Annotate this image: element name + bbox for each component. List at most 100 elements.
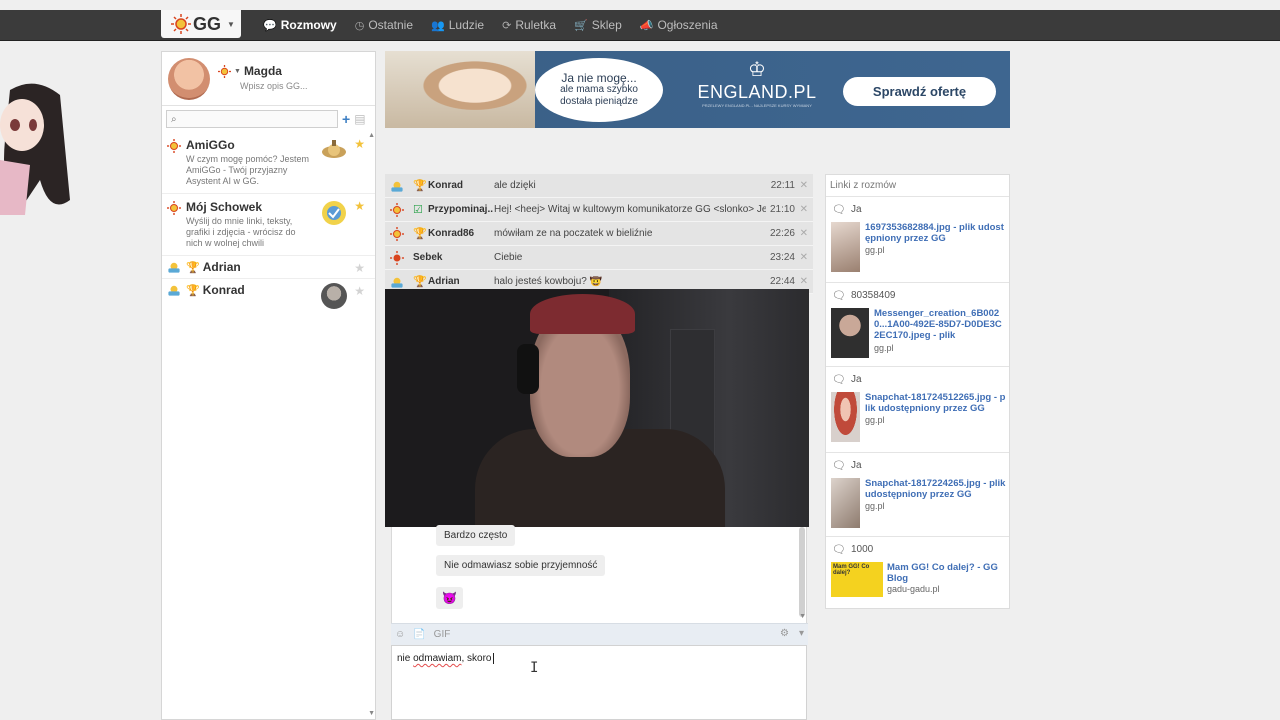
scroll-down-icon[interactable]: ▼ xyxy=(799,613,806,620)
status-sun-icon[interactable] xyxy=(218,64,231,78)
link-sender: 🗨 Ja xyxy=(832,459,862,472)
contact-item[interactable]: 🏆 Konrad ★ xyxy=(162,279,375,309)
links-header: Linki z rozmów xyxy=(826,175,1009,197)
status-sun-icon xyxy=(390,203,404,217)
status-description[interactable]: Wpisz opis GG... xyxy=(240,81,308,91)
link-title[interactable]: Mam GG! Co dalej? - GG Blog xyxy=(887,562,1007,584)
ad-speech-bubble: Ja nie mogę... ale mama szybko dostała p… xyxy=(535,58,663,122)
conversation-row[interactable]: ☑ Przypominaj... Hej! <heej> Witaj w kul… xyxy=(385,198,813,222)
gg-logo-menu[interactable]: GG ▼ xyxy=(161,10,241,38)
nav-rozmowy[interactable]: 💬 Rozmowy xyxy=(263,18,337,32)
link-item[interactable]: 🗨 Ja Snapchat-1817224265.jpg - plik udost… xyxy=(826,453,1009,537)
ad-brand-sub: PRZELEWY ENGLAND.PL - NAJLEPSZE KURSY WY… xyxy=(702,103,812,108)
link-title[interactable]: Messenger_creation_6B0020...1A00-492E-85… xyxy=(874,308,1007,341)
close-icon[interactable]: ✕ xyxy=(800,204,808,215)
ad-brand: ♔ ENGLAND.PL PRZELEWY ENGLAND.PL - NAJLE… xyxy=(697,57,817,108)
emoji-icon[interactable]: ☺ xyxy=(395,629,405,640)
away-status-icon xyxy=(391,277,403,288)
list-view-icon[interactable]: ▤ xyxy=(354,112,365,126)
link-thumbnail xyxy=(831,478,860,528)
chevron-down-icon: ▼ xyxy=(227,19,235,29)
contact-name: 🏆 Adrian xyxy=(186,260,351,274)
close-icon[interactable]: ✕ xyxy=(800,228,808,239)
close-icon[interactable]: ✕ xyxy=(800,252,808,263)
conversation-tabs: 🏆 Konrad ale dzięki 22:11 ✕ ☑ Przypomina… xyxy=(385,174,813,294)
search-input[interactable]: ⌕ xyxy=(166,110,338,128)
conversation-preview: Ciebie xyxy=(494,252,523,263)
search-row: ⌕ + ▤ xyxy=(162,106,375,132)
conversation-row[interactable]: Sebek Ciebie 23:24 ✕ xyxy=(385,246,813,270)
collapse-icon[interactable]: ▾ xyxy=(799,628,804,639)
cart-icon: 🛒 xyxy=(574,19,588,32)
chat-messages: Bardzo często Nie odmawiasz sobie przyje… xyxy=(391,525,807,623)
speech-bubble-icon: 🗨 xyxy=(832,290,846,302)
star-icon[interactable]: ★ xyxy=(354,137,365,151)
input-text-part: nie xyxy=(397,653,414,665)
contact-item[interactable]: Mój Schowek Wyślij do mnie linki, teksty… xyxy=(162,194,375,256)
nav-ostatnie[interactable]: ◷ Ostatnie xyxy=(355,18,413,32)
settings-gear-icon[interactable]: ⚙ xyxy=(780,628,789,639)
nav-label: Ostatnie xyxy=(368,18,414,32)
close-icon[interactable]: ✕ xyxy=(800,180,808,191)
message-input[interactable]: nie odmawiam, skoro xyxy=(391,645,807,720)
my-profile: ▼ Magda Wpisz opis GG... xyxy=(162,52,375,106)
speech-bubble-icon: 🗨 xyxy=(832,204,846,216)
conversation-row[interactable]: 🏆 Konrad ale dzięki 22:11 ✕ xyxy=(385,174,813,198)
check-offer-button[interactable]: Sprawdź ofertę xyxy=(843,77,996,106)
link-item[interactable]: 🗨 Ja 1697353682884.jpg - plik udostępnion… xyxy=(826,197,1009,283)
lion-crest-icon: ♔ xyxy=(748,59,766,81)
link-title[interactable]: Snapchat-181724512265.jpg - plik udostęp… xyxy=(865,392,1007,414)
roulette-icon: ⟳ xyxy=(502,19,512,32)
link-item[interactable]: 🗨 Ja Snapchat-181724512265.jpg - plik udo… xyxy=(826,367,1009,453)
my-name[interactable]: ▼ Magda xyxy=(218,64,282,78)
conversation-time: 22:26 xyxy=(769,228,795,239)
nav-ogloszenia[interactable]: 📣 Ogłoszenia xyxy=(640,18,718,32)
amiggo-bot-avatar xyxy=(322,140,346,158)
add-contact-icon[interactable]: + xyxy=(342,111,350,127)
nav-ludzie[interactable]: 👥 Ludzie xyxy=(431,18,484,32)
logo-text: GG xyxy=(193,13,222,34)
link-sender-name: 1000 xyxy=(850,544,874,555)
link-thumbnail: Mam GG! Co dalej? xyxy=(831,562,883,597)
scroll-down-icon[interactable]: ▼ xyxy=(368,710,375,717)
link-title[interactable]: Snapchat-1817224265.jpg - plik udostępni… xyxy=(865,478,1007,500)
nav-sklep[interactable]: 🛒 Sklep xyxy=(574,18,622,32)
contacts-scrollbar[interactable]: ▲ ▼ xyxy=(367,132,375,719)
link-thumbnail xyxy=(831,308,869,358)
top-bar: GG ▼ 💬 Rozmowy ◷ Ostatnie 👥 Ludzie ⟳ Ruletka… xyxy=(0,10,1280,41)
link-item[interactable]: 🗨 1000 Mam GG! Co dalej? Mam GG! Co dalej… xyxy=(826,537,1009,607)
misspelled-word: odmawiam xyxy=(413,653,462,665)
nav-ruletka[interactable]: ⟳ Ruletka xyxy=(502,18,556,32)
chat-scrollbar[interactable] xyxy=(799,527,805,617)
conversation-row[interactable]: 🏆 Konrad86 mówiłam ze na poczatek w biel… xyxy=(385,222,813,246)
conversation-preview: halo jesteś kowboju? 🤠 xyxy=(494,276,603,287)
scroll-up-icon[interactable]: ▲ xyxy=(368,132,375,139)
avatar[interactable] xyxy=(168,58,210,100)
contact-item[interactable]: 🏆 Adrian ★ xyxy=(162,256,375,279)
link-domain: gg.pl xyxy=(874,343,894,353)
search-icon: ⌕ xyxy=(171,113,177,125)
star-icon[interactable]: ★ xyxy=(354,261,365,275)
link-title[interactable]: 1697353682884.jpg - plik udostępniony pr… xyxy=(865,222,1007,244)
megaphone-icon: 📣 xyxy=(639,19,654,32)
ad-photo xyxy=(385,51,535,128)
attach-file-icon[interactable]: 📄 xyxy=(413,629,425,640)
webcam-person-cap xyxy=(530,294,635,334)
webcam-overlay xyxy=(385,289,809,527)
contact-item[interactable]: AmiGGo W czym mogę pomóc? Jestem AmiGGo … xyxy=(162,132,375,194)
star-icon[interactable]: ★ xyxy=(354,199,365,213)
link-sender-name: 80358409 xyxy=(850,290,896,301)
ad-brand-name: ENGLAND.PL xyxy=(697,82,817,102)
chat-message: Bardzo często xyxy=(436,525,516,546)
input-text-part: , skoro xyxy=(461,653,492,665)
speech-bubble-icon: 🗨 xyxy=(832,460,846,472)
gif-button[interactable]: GIF xyxy=(434,629,451,640)
away-status-icon xyxy=(168,285,180,296)
advertisement-banner[interactable]: Ja nie mogę... ale mama szybko dostała p… xyxy=(385,51,1010,128)
link-sender-name: Ja xyxy=(850,460,862,471)
conversation-name: Konrad xyxy=(428,180,463,191)
close-icon[interactable]: ✕ xyxy=(800,276,808,287)
gg-sun-icon xyxy=(171,14,191,34)
link-item[interactable]: 🗨 80358409 Messenger_creation_6B0020...1A… xyxy=(826,283,1009,367)
star-icon[interactable]: ★ xyxy=(354,284,365,298)
